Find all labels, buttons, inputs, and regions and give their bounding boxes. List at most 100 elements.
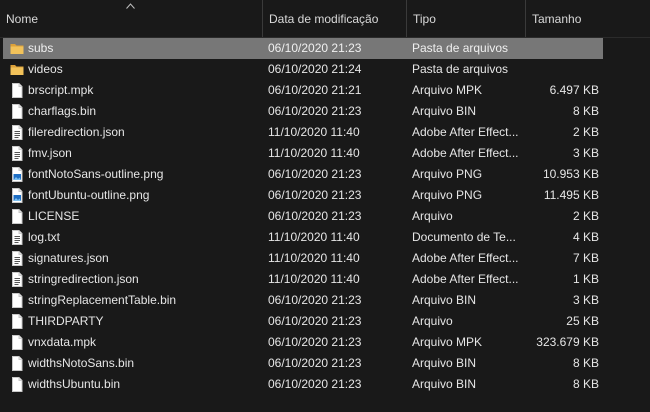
file-size: 3 KB (572, 293, 599, 307)
file-type: Arquivo MPK (412, 335, 483, 349)
column-header-name-label: Nome (6, 12, 39, 26)
file-size: 6.497 KB (549, 83, 599, 97)
file-row[interactable]: signatures.json 11/10/2020 11:40 Adobe Aft… (0, 248, 650, 269)
file-name: fmv.json (28, 146, 72, 160)
file-row[interactable]: widthsUbuntu.bin 06/10/2020 21:23 Arquivo … (0, 374, 650, 395)
text-file-icon (10, 272, 24, 287)
file-size: 8 KB (572, 377, 599, 391)
file-type: Arquivo PNG (412, 167, 483, 181)
image-file-icon (10, 188, 24, 203)
file-date: 11/10/2020 11:40 (268, 125, 360, 139)
file-icon (10, 335, 24, 350)
file-row[interactable]: THIRDPARTY 06/10/2020 21:23 Arquivo 25 KB (0, 311, 650, 332)
file-name: LICENSE (28, 209, 80, 223)
file-date: 06/10/2020 21:21 (268, 83, 362, 97)
text-file-icon (10, 146, 24, 161)
file-name: log.txt (28, 230, 61, 244)
column-header-type-label: Tipo (413, 12, 436, 26)
file-icon (10, 377, 24, 392)
text-file-icon (10, 125, 24, 140)
file-row[interactable]: widthsNotoSans.bin 06/10/2020 21:23 Arquiv… (0, 353, 650, 374)
folder-icon (10, 41, 24, 56)
file-name: fontNotoSans-outline.png (28, 167, 164, 181)
column-header-size[interactable]: Tamanho (525, 0, 607, 37)
file-size: 8 KB (572, 356, 599, 370)
file-date: 06/10/2020 21:23 (268, 188, 362, 202)
file-name: THIRDPARTY (28, 314, 104, 328)
file-size: 8 KB (572, 104, 599, 118)
sort-ascending-icon (126, 3, 135, 11)
file-icon (10, 314, 24, 329)
file-name: subs (28, 41, 54, 55)
file-date: 06/10/2020 21:23 (268, 377, 362, 391)
file-date: 06/10/2020 21:24 (268, 62, 362, 76)
file-name: stringReplacementTable.bin (28, 293, 177, 307)
column-header-date-label: Data de modificação (269, 12, 379, 26)
file-row[interactable]: brscript.mpk 06/10/2020 21:21 Arquivo MPK 6… (0, 80, 650, 101)
file-row[interactable]: stringReplacementTable.bin 06/10/2020 21:… (0, 290, 650, 311)
file-size: 10.953 KB (542, 167, 599, 181)
file-type: Pasta de arquivos (412, 62, 509, 76)
file-row[interactable]: charflags.bin 06/10/2020 21:23 Arquivo BIN… (0, 101, 650, 122)
file-name: brscript.mpk (28, 83, 94, 97)
file-type: Arquivo (412, 314, 453, 328)
file-row[interactable]: fmv.json 11/10/2020 11:40 Adobe After Effe… (0, 143, 650, 164)
file-row[interactable]: fontUbuntu-outline.png 06/10/2020 21:23 Ar… (0, 185, 650, 206)
file-row[interactable]: videos 06/10/2020 21:24 Pasta de arquivos (0, 59, 650, 80)
file-icon (10, 83, 24, 98)
file-name: fontUbuntu-outline.png (28, 188, 150, 202)
file-date: 06/10/2020 21:23 (268, 293, 362, 307)
file-type: Arquivo MPK (412, 83, 483, 97)
file-type: Adobe After Effect... (412, 251, 519, 265)
file-size (525, 38, 599, 59)
file-list: subs 06/10/2020 21:23 Pasta de arquivos vid… (0, 38, 650, 395)
file-date: 11/10/2020 11:40 (268, 146, 360, 160)
file-size: 323.679 KB (536, 335, 599, 349)
file-type: Documento de Te... (412, 230, 516, 244)
file-icon (10, 356, 24, 371)
image-file-icon (10, 167, 24, 182)
file-date: 06/10/2020 21:23 (268, 314, 362, 328)
file-name: vnxdata.mpk (28, 335, 97, 349)
file-name: fileredirection.json (28, 125, 125, 139)
file-type: Adobe After Effect... (412, 146, 519, 160)
file-row[interactable]: fileredirection.json 11/10/2020 11:40 Adob… (0, 122, 650, 143)
file-row[interactable]: LICENSE 06/10/2020 21:23 Arquivo 2 KB (0, 206, 650, 227)
file-type: Adobe After Effect... (412, 125, 519, 139)
file-date: 06/10/2020 21:23 (268, 209, 362, 223)
column-header-name[interactable]: Nome (0, 0, 262, 37)
file-size: 1 KB (572, 272, 599, 286)
file-type: Arquivo BIN (412, 377, 477, 391)
file-type: Arquivo (412, 209, 453, 223)
file-type: Adobe After Effect... (412, 272, 519, 286)
text-file-icon (10, 230, 24, 245)
file-row[interactable]: subs 06/10/2020 21:23 Pasta de arquivos (3, 38, 603, 59)
file-date: 06/10/2020 21:23 (268, 41, 362, 55)
file-row[interactable]: stringredirection.json 11/10/2020 11:40 Ad… (0, 269, 650, 290)
file-row[interactable]: vnxdata.mpk 06/10/2020 21:23 Arquivo MPK 32… (0, 332, 650, 353)
file-row[interactable]: log.txt 11/10/2020 11:40 Documento de Te..… (0, 227, 650, 248)
file-size (525, 59, 599, 80)
file-name: videos (28, 62, 63, 76)
file-size: 7 KB (572, 251, 599, 265)
column-header-date[interactable]: Data de modificação (262, 0, 406, 37)
file-type: Pasta de arquivos (412, 41, 509, 55)
file-size: 4 KB (572, 230, 599, 244)
file-name: stringredirection.json (28, 272, 139, 286)
file-name: widthsUbuntu.bin (28, 377, 121, 391)
column-header: Nome Data de modificação Tipo Tamanho (0, 0, 650, 38)
file-date: 06/10/2020 21:23 (268, 356, 362, 370)
file-name: widthsNotoSans.bin (28, 356, 135, 370)
column-header-type[interactable]: Tipo (406, 0, 525, 37)
file-date: 06/10/2020 21:23 (268, 335, 362, 349)
file-type: Arquivo BIN (412, 104, 477, 118)
folder-icon (10, 62, 24, 77)
file-row[interactable]: fontNotoSans-outline.png 06/10/2020 21:23… (0, 164, 650, 185)
text-file-icon (10, 251, 24, 266)
file-icon (10, 293, 24, 308)
file-name: signatures.json (28, 251, 109, 265)
file-icon (10, 104, 24, 119)
file-type: Arquivo BIN (412, 293, 477, 307)
file-size: 11.495 KB (543, 188, 599, 202)
file-size: 3 KB (572, 146, 599, 160)
